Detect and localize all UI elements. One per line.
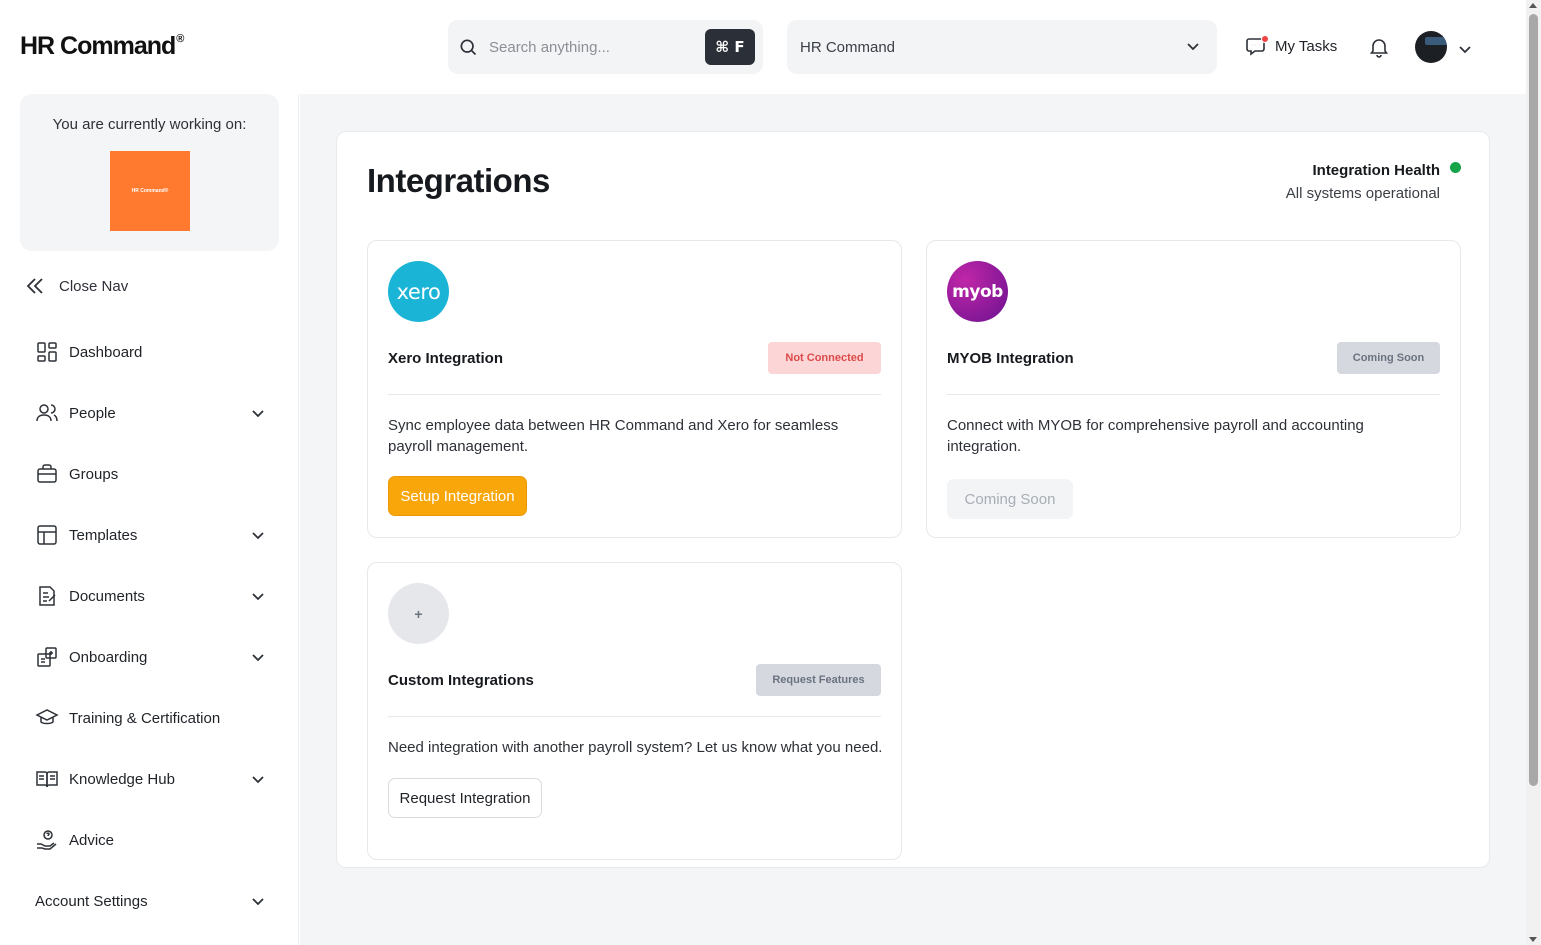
sidebar-item-people[interactable]: People xyxy=(35,398,275,428)
sidebar-item-account-settings[interactable]: Account Settings xyxy=(35,886,275,916)
advice-icon xyxy=(37,830,57,850)
double-chevron-left-icon xyxy=(26,278,43,294)
sidebar-item-dashboard[interactable]: Dashboard xyxy=(35,337,275,367)
myob-integration-card: myob MYOB Integration Coming Soon Connec… xyxy=(926,240,1461,538)
close-nav-button[interactable]: Close Nav xyxy=(25,276,128,296)
sidebar-item-knowledge-hub[interactable]: Knowledge Hub xyxy=(35,764,275,794)
sidebar-item-documents[interactable]: Documents xyxy=(35,581,275,611)
bell-icon[interactable] xyxy=(1367,35,1391,59)
card-title: MYOB Integration xyxy=(947,350,1074,367)
my-tasks-label: My Tasks xyxy=(1275,37,1338,55)
document-icon xyxy=(39,586,56,606)
sidebar-item-label: Account Settings xyxy=(35,892,148,910)
card-description: Sync employee data between HR Command an… xyxy=(388,417,839,455)
divider xyxy=(947,394,1440,395)
custom-integrations-card: + Custom Integrations Request Features N… xyxy=(367,562,902,860)
organization-select[interactable]: HR Command xyxy=(787,20,1217,74)
workspace-card: You are currently working on: HR Command… xyxy=(20,94,279,251)
people-icon xyxy=(36,404,58,422)
sidebar-item-label: Advice xyxy=(69,831,115,849)
sidebar-item-groups[interactable]: Groups xyxy=(35,459,275,489)
page-title: Integrations xyxy=(367,162,550,199)
workspace-logo[interactable]: HR Command® xyxy=(110,151,190,231)
card-title: Xero Integration xyxy=(388,350,504,367)
close-nav-label: Close Nav xyxy=(59,277,129,295)
chevron-down-icon[interactable] xyxy=(1457,41,1473,57)
search-icon xyxy=(460,39,477,56)
chevron-down-icon xyxy=(252,410,264,418)
sidebar-item-label: Dashboard xyxy=(69,343,143,361)
onboarding-icon xyxy=(37,647,57,667)
chevron-down-icon xyxy=(252,593,264,601)
scroll-up-arrow-icon[interactable] xyxy=(1529,3,1537,8)
integrations-panel: Integrations Integration Health All syst… xyxy=(336,131,1490,868)
sidebar-item-label: People xyxy=(69,404,116,422)
search-shortcut-badge: ⌘ F xyxy=(705,29,755,65)
scroll-down-arrow-icon[interactable] xyxy=(1529,937,1537,942)
search-bar[interactable]: ⌘ F xyxy=(448,20,763,74)
main-content: Integrations Integration Health All syst… xyxy=(300,94,1526,945)
chevron-down-icon xyxy=(252,898,264,906)
template-icon xyxy=(37,525,57,545)
request-integration-button[interactable]: Request Integration xyxy=(388,778,542,818)
chevron-down-icon xyxy=(1187,43,1199,51)
status-badge: Coming Soon xyxy=(1337,342,1440,374)
coming-soon-button[interactable]: Coming Soon xyxy=(947,479,1073,519)
status-badge: Not Connected xyxy=(768,342,881,374)
integration-health-title: Integration Health xyxy=(1312,162,1440,179)
book-icon xyxy=(36,771,58,788)
xero-logo: xero xyxy=(388,261,449,322)
briefcase-icon xyxy=(37,464,57,483)
sidebar-item-label: Onboarding xyxy=(69,648,148,666)
request-features-badge[interactable]: Request Features xyxy=(756,664,881,696)
card-title: Custom Integrations xyxy=(388,672,534,689)
card-description: Connect with MYOB for comprehensive payr… xyxy=(947,417,1364,455)
sidebar-item-label: Training & Certification xyxy=(69,709,221,727)
workspace-label: You are currently working on: xyxy=(52,116,247,133)
integration-health-status: All systems operational xyxy=(1285,185,1440,202)
app-logo[interactable]: HR Command® xyxy=(20,32,184,61)
notification-dot xyxy=(1261,35,1269,43)
chevron-down-icon xyxy=(252,532,264,540)
top-header: HR Command® ⌘ F HR Command My Tasks xyxy=(0,0,1526,94)
chevron-down-icon xyxy=(252,654,264,662)
sidebar-item-onboarding[interactable]: Onboarding xyxy=(35,642,275,672)
chevron-down-icon xyxy=(252,776,264,784)
sidebar-item-label: Knowledge Hub xyxy=(69,770,175,788)
page-scrollbar[interactable] xyxy=(1526,0,1541,945)
myob-logo: myob xyxy=(947,261,1008,322)
divider xyxy=(388,394,881,395)
sidebar-item-label: Groups xyxy=(69,465,119,483)
organization-select-value: HR Command xyxy=(800,39,896,56)
plus-icon: + xyxy=(388,583,449,644)
graduation-cap-icon xyxy=(35,709,59,725)
xero-integration-card: xero Xero Integration Not Connected Sync… xyxy=(367,240,902,538)
search-input[interactable] xyxy=(489,32,689,62)
sidebar-item-training-certification[interactable]: Training & Certification xyxy=(35,703,275,733)
chat-tasks-icon xyxy=(1245,34,1269,58)
card-description: Need integration with another payroll sy… xyxy=(388,739,883,756)
sidebar-item-label: Documents xyxy=(69,587,145,605)
avatar[interactable] xyxy=(1415,31,1447,63)
sidebar: You are currently working on: HR Command… xyxy=(0,94,299,945)
status-indicator xyxy=(1450,162,1461,173)
divider xyxy=(388,716,881,717)
scrollbar-thumb[interactable] xyxy=(1529,14,1538,786)
sidebar-item-label: Templates xyxy=(69,526,138,544)
dashboard-icon xyxy=(37,342,57,362)
my-tasks-button[interactable]: My Tasks xyxy=(1245,34,1337,58)
setup-integration-button[interactable]: Setup Integration xyxy=(388,476,527,516)
sidebar-item-templates[interactable]: Templates xyxy=(35,520,275,550)
sidebar-item-advice[interactable]: Advice xyxy=(35,825,275,855)
